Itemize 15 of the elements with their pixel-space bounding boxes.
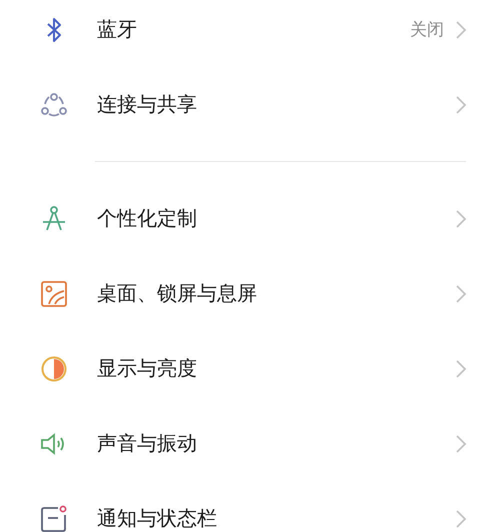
setting-label[interactable]: 蓝牙	[97, 16, 410, 43]
setting-label[interactable]: 显示与亮度	[97, 355, 454, 382]
setting-label[interactable]: 声音与振动	[97, 430, 454, 457]
setting-label[interactable]: 连接与共享	[97, 91, 454, 118]
setting-value: 关闭	[410, 19, 444, 41]
chevron-icon	[454, 434, 468, 454]
chevron-icon	[454, 94, 468, 114]
setting-label[interactable]: 通知与状态栏	[97, 505, 454, 532]
chevron-icon	[454, 208, 468, 228]
chevron-icon	[454, 508, 468, 528]
setting-label[interactable]: 个性化定制	[97, 205, 454, 232]
setting-label[interactable]: 桌面、锁屏与息屏	[97, 280, 454, 307]
chevron-icon	[454, 358, 468, 378]
chevron-icon	[454, 20, 468, 40]
chevron-icon	[454, 284, 468, 304]
